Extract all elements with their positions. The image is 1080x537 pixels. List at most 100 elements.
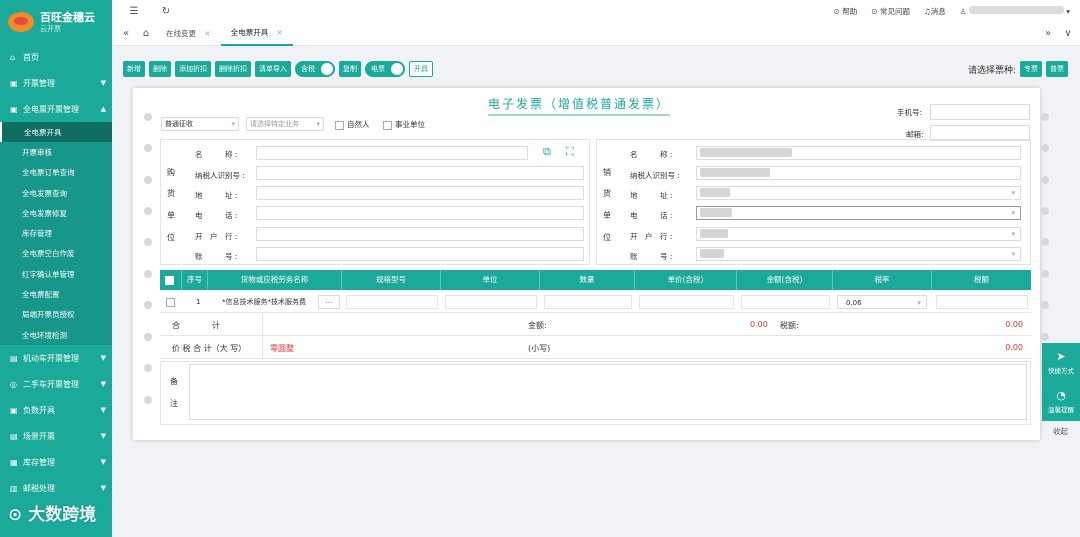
goods-name-cell[interactable]: *信息技术服务*技术服务费 xyxy=(222,295,317,309)
toolbar: 新增 删除 添加折扣 删除折扣 清单导入 含税 复制 电票 开具 xyxy=(123,61,433,77)
spec-input[interactable] xyxy=(346,295,438,309)
sidebar-subitem[interactable]: 红字确认单管理 xyxy=(0,264,112,285)
delete-discount-button[interactable]: 删除折扣 xyxy=(215,61,251,77)
sidebar-subitem[interactable]: 全电票空白作废 xyxy=(0,243,112,265)
select-all-checkbox[interactable] xyxy=(164,275,174,285)
delete-button[interactable]: 删除 xyxy=(149,61,171,77)
unit-price-input[interactable] xyxy=(639,295,734,309)
special-business-select[interactable]: 请选择特定业务 ▾ xyxy=(246,117,324,131)
chevron-down-icon: ▾ xyxy=(1066,7,1070,16)
sidebar-item-stock[interactable]: ▦ 库存管理 ▼ xyxy=(0,449,112,475)
buyer-name-input[interactable] xyxy=(256,146,528,160)
buyer-search-icon[interactable]: ⧉ xyxy=(543,145,551,159)
scan-icon[interactable]: ⛶ xyxy=(566,145,574,159)
seller-phone-select[interactable]: ▾ xyxy=(696,206,1021,220)
total-label: 价 税 合 计（大 写） xyxy=(172,344,247,353)
sidebar-subitem[interactable]: 全电票开具 xyxy=(0,122,112,143)
seller-account-select[interactable]: ▾ xyxy=(696,247,1021,261)
collapse-button[interactable]: 收起 xyxy=(1053,426,1068,437)
send-icon: ➤ xyxy=(1056,350,1066,363)
chevron-down-icon: ▾ xyxy=(1011,230,1015,238)
row-checkbox[interactable] xyxy=(166,295,178,309)
binder-dot xyxy=(144,270,152,278)
select-all-cell[interactable] xyxy=(160,270,182,290)
tab-fulldigital-issue[interactable]: 全电票开具 × xyxy=(220,22,293,46)
messages-link[interactable]: ♫消息 xyxy=(924,6,946,17)
binder-dot xyxy=(144,238,152,246)
tax-rate-select[interactable]: 0.06 ▾ xyxy=(837,295,927,309)
sidebar-item-scene[interactable]: ▤ 场景开票 ▼ xyxy=(0,423,112,449)
help-icon: ⊙ xyxy=(833,6,840,16)
amount-input[interactable] xyxy=(741,295,830,309)
buyer-address-input[interactable] xyxy=(256,186,584,200)
issue-button[interactable]: 开具 xyxy=(409,61,433,77)
quick-access-button[interactable]: ➤ 快捷方式 xyxy=(1042,343,1080,382)
chevron-down-icon: ▼ xyxy=(100,484,106,493)
buyer-tax-id-input[interactable] xyxy=(256,166,584,180)
sidebar-subitem[interactable]: 全电发票修复 xyxy=(0,203,112,224)
goods-more-button[interactable]: ··· xyxy=(318,295,340,309)
sidebar-subitem[interactable]: 开票审核 xyxy=(0,142,112,163)
remark-textarea[interactable] xyxy=(189,364,1027,420)
user-menu[interactable]: ♙ ▾ xyxy=(960,6,1070,16)
import-list-button[interactable]: 清单导入 xyxy=(255,61,291,77)
sidebar-item-used-car[interactable]: ◎ 二手车开票管理 ▼ xyxy=(0,371,112,397)
buyer-bank-input[interactable] xyxy=(256,227,584,241)
sidebar-item-fulldigital[interactable]: ▣ 全电票开票管理 ▲ xyxy=(0,96,112,122)
table-row: 1 *信息技术服务*技术服务费 ··· 0.06 ▾ xyxy=(160,291,1031,313)
copy-button[interactable]: 复制 xyxy=(339,61,361,77)
phone-input[interactable] xyxy=(930,104,1030,120)
sidebar-subitem[interactable]: 全电发票查询 xyxy=(0,182,112,204)
divider xyxy=(262,314,263,336)
sidebar-subitem[interactable]: 库存管理 xyxy=(0,223,112,244)
home-tab-icon[interactable]: ⌂ xyxy=(136,28,156,39)
sidebar-item-invoice-management[interactable]: ▣ 开票管理 ▼ xyxy=(0,70,112,96)
column-header: 单价(含税) xyxy=(635,270,737,290)
levy-type-select[interactable]: 普通征收 ▾ xyxy=(161,117,239,131)
invoice-title: 电子发票（增值税普通发票） xyxy=(488,95,671,116)
refresh-icon[interactable]: ↻ xyxy=(156,6,176,17)
close-icon[interactable]: × xyxy=(204,29,211,38)
seller-bank-select[interactable]: ▾ xyxy=(696,227,1021,241)
natural-person-checkbox[interactable]: 自然人 xyxy=(335,119,370,130)
tax-amount-input[interactable] xyxy=(936,295,1028,309)
amount-label: 金额: xyxy=(528,321,547,330)
e-invoice-toggle[interactable]: 电票 xyxy=(365,61,405,77)
add-discount-button[interactable]: 添加折扣 xyxy=(175,61,211,77)
binder-dot xyxy=(1041,333,1049,341)
buyer-phone-input[interactable] xyxy=(256,206,584,220)
special-invoice-button[interactable]: 专票 xyxy=(1020,61,1042,77)
divider xyxy=(262,337,263,359)
buyer-account-input[interactable] xyxy=(256,247,584,261)
bell-icon: ♫ xyxy=(923,6,931,16)
tabs-forward-icon[interactable]: » xyxy=(1038,28,1058,39)
invoice-type-picker: 请选择票种: 专票 普票 xyxy=(968,61,1068,77)
tax-inclusive-toggle[interactable]: 含税 xyxy=(295,61,335,77)
sidebar-subitem[interactable]: 全电票订单查询 xyxy=(0,162,112,183)
sidebar-subitem[interactable]: 全电票配置 xyxy=(0,284,112,305)
faq-link[interactable]: ⊙ 常见问题 xyxy=(871,6,910,17)
seller-address-select[interactable]: ▾ xyxy=(696,186,1021,200)
menu-toggle-icon[interactable]: ☰ xyxy=(124,6,144,17)
top-bar-right: ⊙ 帮助 ⊙ 常见问题 ♫消息 ♙ ▾ xyxy=(834,0,1070,22)
sidebar-subitem[interactable]: 全电环境检测 xyxy=(0,324,112,346)
help-link[interactable]: ⊙ 帮助 xyxy=(834,6,858,17)
sidebar-item-vehicle[interactable]: ▤ 机动车开票管理 ▼ xyxy=(0,345,112,371)
redacted-value xyxy=(700,208,732,217)
quantity-input[interactable] xyxy=(544,295,632,309)
sidebar-item-mail[interactable]: ▥ 邮税处理 ▼ xyxy=(0,475,112,501)
sidebar-item-home[interactable]: ⌂ 首页 xyxy=(0,44,112,70)
binder-dot xyxy=(144,396,152,404)
tabs-back-icon[interactable]: « xyxy=(116,28,136,39)
normal-invoice-button[interactable]: 普票 xyxy=(1046,61,1068,77)
reminder-button[interactable]: ◔ 温馨提醒 xyxy=(1042,382,1080,421)
tab-online-change[interactable]: 在线变更 × xyxy=(156,22,221,46)
sidebar-subitem[interactable]: 局端开票员授权 xyxy=(0,304,112,325)
close-icon[interactable]: × xyxy=(276,28,283,37)
sidebar: 百旺金穗云 云开票 ⌂ 首页 ▣ 开票管理 ▼ ▣ 全电票开票管理 ▲ 全电票开具 开票审… xyxy=(0,0,112,537)
public-institution-checkbox[interactable]: 事业单位 xyxy=(383,119,425,130)
sidebar-item-negative[interactable]: ▣ 负数开具 ▼ xyxy=(0,397,112,423)
unit-input[interactable] xyxy=(445,295,537,309)
add-button[interactable]: 新增 xyxy=(123,61,145,77)
chevron-down-icon[interactable]: ∨ xyxy=(1058,28,1078,39)
